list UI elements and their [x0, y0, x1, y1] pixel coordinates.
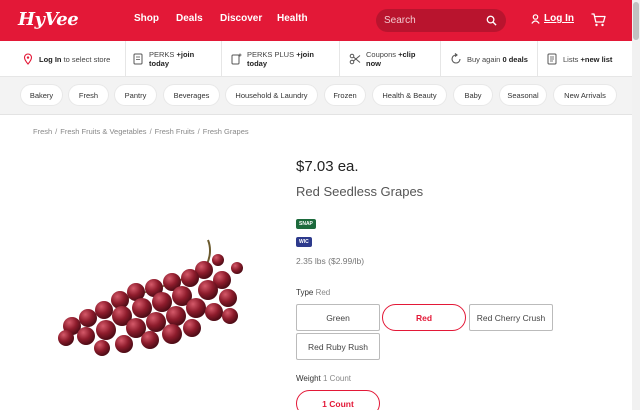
- perks-card-icon: [133, 53, 143, 65]
- search-placeholder: Search: [384, 15, 416, 26]
- user-icon: [531, 13, 540, 24]
- category-chip[interactable]: Household & Laundry: [226, 85, 317, 105]
- store-login-label: Log In: [39, 54, 62, 64]
- nav-shop[interactable]: Shop: [134, 13, 159, 24]
- category-chip[interactable]: Baby: [454, 85, 492, 105]
- buy-again-text: Buy again: [467, 54, 503, 64]
- category-chip[interactable]: Pantry: [115, 85, 156, 105]
- cart-icon[interactable]: [591, 13, 606, 27]
- product-price: $7.03 ea.: [296, 158, 359, 175]
- category-chip[interactable]: Fresh: [69, 85, 108, 105]
- wic-badge: WIC: [296, 237, 312, 247]
- weight-value: 1 Count: [323, 374, 352, 383]
- type-option-green[interactable]: Green: [296, 304, 380, 331]
- category-bar: Bakery Fresh Pantry Beverages Household …: [0, 77, 632, 115]
- hyvee-logo[interactable]: HyVee: [18, 9, 79, 30]
- category-chip[interactable]: Health & Beauty: [373, 85, 446, 105]
- weight-option-1-count[interactable]: 1 Count: [296, 390, 380, 410]
- nav-discover[interactable]: Discover: [220, 13, 262, 24]
- perks-plus-icon: [231, 53, 242, 65]
- nav-deals[interactable]: Deals: [176, 13, 203, 24]
- breadcrumb-item[interactable]: Fresh Fruits: [155, 127, 195, 136]
- perks-plus-text: PERKS PLUS: [247, 50, 297, 59]
- lists-new: +new list: [580, 54, 613, 64]
- weight-label: Weight 1 Count: [296, 374, 351, 383]
- buy-again-deals: 0 deals: [502, 54, 528, 64]
- type-label-text: Type: [296, 288, 314, 297]
- breadcrumb: Fresh / Fresh Fruits & Vegetables / Fresh Fr…: [33, 127, 249, 136]
- breadcrumb-item[interactable]: Fresh: [33, 127, 52, 136]
- category-chip[interactable]: New Arrivals: [554, 85, 616, 105]
- utility-bar: Log In to select store PERKS +join today…: [0, 41, 632, 77]
- site-header: HyVee Shop Deals Discover Health Search …: [0, 0, 640, 41]
- select-store-link[interactable]: Log In to select store: [22, 41, 126, 77]
- type-label: Type Red: [296, 288, 330, 297]
- location-pin-icon: [23, 53, 33, 65]
- snap-badge: SNAP: [296, 219, 316, 229]
- scissors-icon: [349, 53, 361, 65]
- perks-link[interactable]: PERKS +join today: [132, 41, 222, 77]
- list-icon: [547, 53, 557, 65]
- lists-text: Lists: [563, 54, 581, 64]
- type-option-red[interactable]: Red: [382, 304, 466, 331]
- breadcrumb-item[interactable]: Fresh Fruits & Vegetables: [60, 127, 146, 136]
- perks-plus-link[interactable]: PERKS PLUS +join today: [230, 41, 340, 77]
- buy-again-link[interactable]: Buy again 0 deals: [450, 41, 538, 77]
- perks-text: PERKS: [149, 50, 177, 59]
- unit-price: 2.35 lbs ($2.99/lb): [296, 256, 365, 266]
- product-name: Red Seedless Grapes: [296, 184, 424, 199]
- lists-link[interactable]: Lists +new list: [546, 41, 630, 77]
- login-link[interactable]: Log In: [531, 13, 574, 24]
- category-chip[interactable]: Seasonal: [500, 85, 546, 105]
- type-option-red-ruby-rush[interactable]: Red Ruby Rush: [296, 333, 380, 360]
- login-label: Log In: [544, 13, 574, 24]
- breadcrumb-item[interactable]: Fresh Grapes: [203, 127, 249, 136]
- type-value: Red: [315, 288, 331, 297]
- product-image: [58, 239, 243, 356]
- search-icon[interactable]: [486, 15, 497, 26]
- category-chip[interactable]: Beverages: [164, 85, 219, 105]
- coupons-link[interactable]: Coupons +clip now: [349, 41, 441, 77]
- scrollbar-thumb[interactable]: [633, 2, 639, 40]
- category-chip[interactable]: Frozen: [325, 85, 365, 105]
- scrollbar[interactable]: [632, 0, 640, 410]
- category-chip[interactable]: Bakery: [21, 85, 62, 105]
- store-text: to select store: [61, 54, 111, 64]
- refresh-icon: [451, 53, 461, 64]
- nav-health[interactable]: Health: [277, 13, 308, 24]
- type-option-red-cherry-crush[interactable]: Red Cherry Crush: [469, 304, 553, 331]
- coupons-text: Coupons: [366, 50, 399, 59]
- weight-label-text: Weight: [296, 374, 321, 383]
- search-input[interactable]: Search: [376, 9, 506, 32]
